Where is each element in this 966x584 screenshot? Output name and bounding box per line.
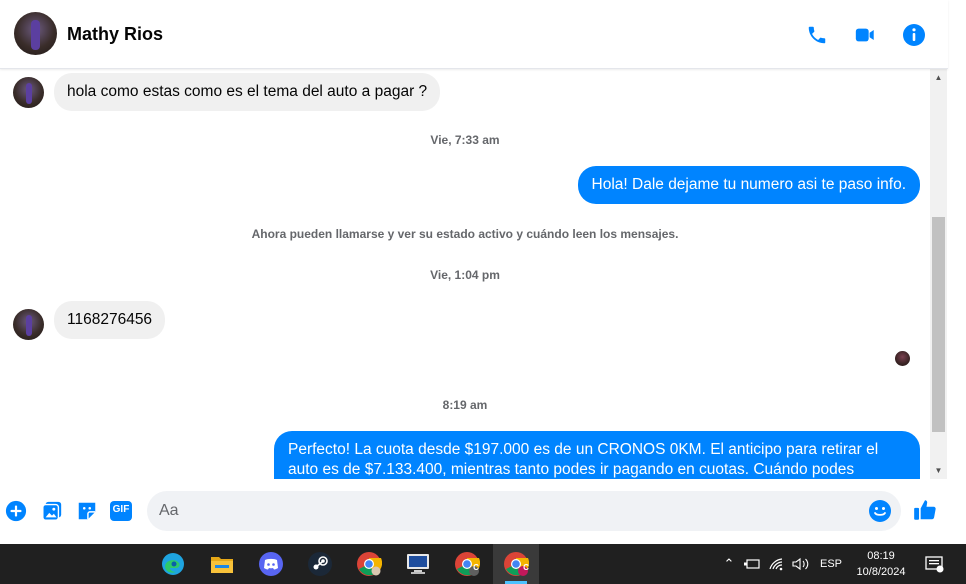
like-icon — [914, 500, 936, 520]
gif-button[interactable]: GIF — [109, 499, 133, 523]
outgoing-message-bubble[interactable]: Hola! Dale dejame tu numero asi te paso … — [577, 166, 920, 204]
clock-date: 10/8/2024 — [856, 566, 906, 578]
message-input[interactable]: Aa — [147, 491, 901, 531]
conversation-header: Mathy Rios — [0, 0, 948, 69]
windows-taskbar: C C ⌃ ESP 08:19 10/8/2024 — [0, 544, 966, 584]
incoming-message-bubble[interactable]: 1168276456 — [54, 301, 166, 339]
contact-name[interactable]: Mathy Rios — [67, 24, 163, 45]
input-language[interactable]: ESP — [820, 558, 842, 570]
scroll-up-arrow-icon[interactable]: ▲ — [930, 69, 947, 86]
taskbar-app-discord[interactable] — [248, 544, 294, 584]
volume-icon[interactable] — [792, 557, 810, 571]
message-scrollbar[interactable]: ▲ ▼ — [930, 69, 947, 479]
discord-icon — [259, 552, 283, 576]
contact-avatar[interactable] — [14, 12, 57, 55]
photo-icon — [42, 501, 62, 521]
chrome-icon — [357, 552, 382, 576]
incoming-message-bubble[interactable]: hola como estas como es el tema del auto… — [54, 73, 441, 111]
gif-label: GIF — [112, 504, 130, 515]
seen-indicator-avatar — [895, 351, 910, 366]
taskbar-app-file-explorer[interactable] — [199, 544, 245, 584]
sticker-icon — [78, 502, 96, 520]
notifications-button[interactable] — [924, 554, 944, 574]
chrome-profile-letter: C — [473, 563, 479, 572]
phone-call-button[interactable] — [804, 22, 830, 48]
message-timestamp: 8:19 am — [442, 398, 488, 412]
show-hidden-icons-chevron-icon[interactable]: ⌃ — [722, 556, 736, 572]
taskbar-app-remote-desktop[interactable] — [395, 544, 441, 584]
emoji-button[interactable] — [868, 499, 892, 523]
contact-avatar-small[interactable] — [13, 77, 44, 108]
taskbar-app-chrome[interactable] — [346, 544, 392, 584]
message-list[interactable]: hola como estas como es el tema del auto… — [0, 69, 930, 479]
attach-photo-button[interactable] — [40, 499, 64, 523]
taskbar-app-chrome-profile[interactable]: C — [444, 544, 490, 584]
emoji-icon — [869, 500, 891, 522]
clock-time: 08:19 — [867, 550, 895, 562]
battery-icon[interactable] — [744, 558, 760, 570]
outgoing-message-bubble[interactable]: Perfecto! La cuota desde $197.000 es de … — [274, 431, 920, 479]
conversation-info-button[interactable] — [901, 22, 927, 48]
chrome-profile-letter: C — [523, 563, 529, 572]
edge-icon — [162, 553, 184, 575]
send-like-button[interactable] — [912, 497, 938, 523]
system-tray: ⌃ ESP — [722, 544, 842, 584]
taskbar-clock[interactable]: 08:19 10/8/2024 — [848, 548, 914, 580]
file-explorer-icon — [211, 557, 233, 573]
message-input-placeholder: Aa — [159, 502, 179, 519]
contact-avatar-small[interactable] — [13, 309, 44, 340]
sticker-button[interactable] — [75, 499, 99, 523]
taskbar-app-edge[interactable] — [150, 544, 196, 584]
scroll-down-arrow-icon[interactable]: ▼ — [930, 462, 947, 479]
scrollbar-thumb[interactable] — [932, 217, 945, 432]
video-call-button[interactable] — [852, 22, 878, 48]
system-notice: Ahora pueden llamarse y ver su estado ac… — [251, 227, 679, 241]
message-timestamp: Vie, 7:33 am — [430, 133, 500, 147]
video-call-icon — [855, 28, 874, 42]
remote-desktop-icon — [407, 554, 429, 574]
taskbar-app-chrome-profile-active[interactable]: C — [493, 544, 539, 584]
add-icon — [5, 500, 27, 522]
notifications-icon — [925, 556, 944, 573]
more-actions-button[interactable] — [4, 499, 28, 523]
taskbar-app-steam[interactable] — [297, 544, 343, 584]
phone-icon — [808, 26, 826, 44]
wifi-icon[interactable] — [769, 557, 785, 571]
message-timestamp: Vie, 1:04 pm — [430, 268, 500, 282]
info-icon — [903, 24, 925, 46]
steam-icon — [308, 552, 332, 576]
message-composer: GIF Aa — [0, 479, 966, 544]
messenger-window: Mathy Rios hola como estas como es el te… — [0, 0, 966, 584]
